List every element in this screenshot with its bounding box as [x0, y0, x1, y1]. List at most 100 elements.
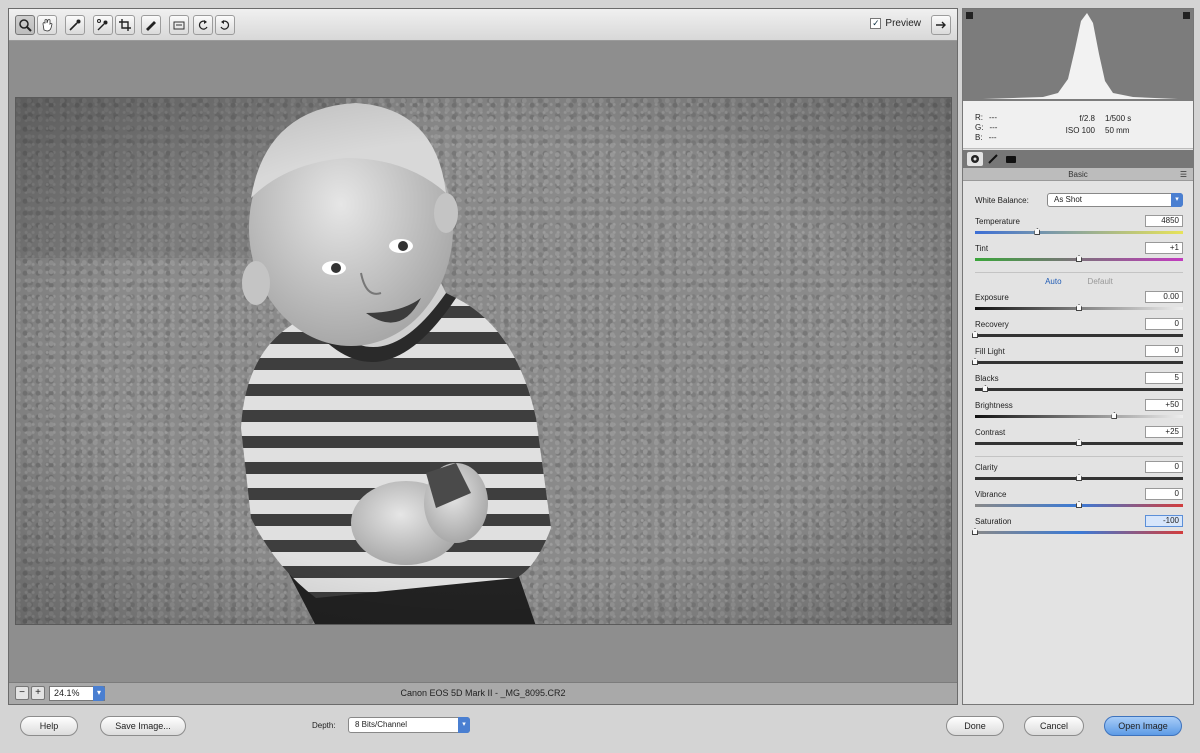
preview-label: Preview: [885, 18, 921, 29]
g-label: G:: [975, 123, 984, 132]
exposure-slider-row: Exposure 0.00: [975, 291, 1183, 318]
brightness-slider-track[interactable]: [975, 415, 1183, 418]
rotate-right-icon[interactable]: [215, 15, 235, 35]
color-sampler-tool-icon[interactable]: [93, 15, 113, 35]
save-image-button[interactable]: Save Image...: [100, 716, 186, 736]
histogram-graph: [983, 13, 1178, 99]
saturation-slider-row: Saturation -100: [972, 515, 1183, 542]
brightness-value-field[interactable]: +50: [1145, 399, 1183, 411]
contrast-slider-thumb[interactable]: [1076, 439, 1082, 446]
fill-light-label: Fill Light: [975, 347, 1005, 356]
white-balance-label: White Balance:: [975, 195, 1029, 205]
shadow-clipping-icon[interactable]: [966, 12, 973, 19]
toddler-photo: [16, 98, 951, 624]
brightness-slider-thumb[interactable]: [1111, 412, 1118, 419]
vibrance-label: Vibrance: [975, 490, 1007, 499]
fill-light-slider-track[interactable]: [975, 361, 1183, 364]
rotate-left-icon[interactable]: [193, 15, 213, 35]
contrast-slider-row: Contrast +25: [975, 426, 1183, 453]
panel-title-label: Basic: [1068, 170, 1088, 179]
auto-default-row: Auto Default: [975, 277, 1183, 289]
blacks-value-field[interactable]: 5: [1145, 372, 1183, 384]
brightness-label: Brightness: [975, 401, 1013, 410]
clarity-slider-thumb[interactable]: [1076, 474, 1082, 481]
photo-preview[interactable]: [15, 97, 952, 625]
preview-toggle[interactable]: ✓ Preview: [870, 18, 921, 29]
exposure-value-field[interactable]: 0.00: [1145, 291, 1183, 303]
preview-checkbox[interactable]: ✓: [870, 18, 882, 29]
vibrance-slider-thumb[interactable]: [1076, 501, 1082, 508]
iso-value: ISO 100: [1065, 126, 1095, 135]
straighten-tool-icon[interactable]: [141, 15, 161, 35]
recovery-label: Recovery: [975, 320, 1009, 329]
auto-link[interactable]: Auto: [1045, 277, 1061, 289]
eyedropper-tool-icon[interactable]: [65, 15, 85, 35]
fill-light-slider-thumb[interactable]: [972, 358, 978, 365]
fill-light-value-field[interactable]: 0: [1145, 345, 1183, 357]
help-button[interactable]: Help: [20, 716, 78, 736]
b-value: ---: [988, 133, 997, 142]
recovery-slider-thumb[interactable]: [972, 331, 978, 338]
done-button[interactable]: Done: [946, 716, 1004, 736]
saturation-slider-track[interactable]: [975, 531, 1183, 534]
white-balance-value: As Shot: [1054, 195, 1083, 204]
temperature-value-field[interactable]: 4850: [1145, 215, 1183, 227]
divider: [975, 272, 1183, 273]
camera-calibration-icon[interactable]: [1003, 152, 1019, 166]
depth-label: Depth:: [312, 721, 336, 730]
recovery-slider-row: Recovery 0: [972, 318, 1183, 345]
status-bar: − + 24.1% ▾ Canon EOS 5D Mark II - _MG_8…: [9, 682, 957, 704]
tone-curve-icon[interactable]: [985, 152, 1001, 166]
chevron-down-icon: ▾: [458, 717, 470, 733]
fullscreen-icon[interactable]: [931, 15, 951, 35]
blacks-label: Blacks: [975, 374, 999, 383]
default-link[interactable]: Default: [1088, 277, 1113, 289]
clarity-label: Clarity: [975, 463, 998, 472]
crop-tool-icon[interactable]: [115, 15, 135, 35]
blacks-slider-track[interactable]: [975, 388, 1183, 391]
saturation-value-field[interactable]: -100: [1145, 515, 1183, 527]
basic-controls: White Balance: As Shot ▾ Temperature 4850…: [972, 191, 1183, 542]
clarity-value-field[interactable]: 0: [1145, 461, 1183, 473]
tint-value-field[interactable]: +1: [1145, 242, 1183, 254]
file-info-label: Canon EOS 5D Mark II - _MG_8095.CR2: [400, 688, 566, 698]
highlight-clipping-icon[interactable]: [1183, 12, 1190, 19]
saturation-slider-thumb[interactable]: [972, 528, 978, 535]
r-value: ---: [989, 113, 997, 122]
exposure-slider-thumb[interactable]: [1076, 304, 1082, 311]
recovery-slider-track[interactable]: [975, 334, 1183, 337]
contrast-value-field[interactable]: +25: [1145, 426, 1183, 438]
cancel-button[interactable]: Cancel: [1024, 716, 1084, 736]
r-label: R:: [975, 113, 983, 122]
white-balance-row: White Balance: As Shot ▾: [975, 191, 1183, 209]
tint-slider-thumb[interactable]: [1076, 255, 1082, 262]
fill-light-slider-row: Fill Light 0: [972, 345, 1183, 372]
histogram: [963, 9, 1193, 101]
zoom-tool-icon[interactable]: [15, 15, 35, 35]
b-label: B:: [975, 133, 983, 142]
aperture-value: f/2.8: [1079, 114, 1095, 123]
saturation-label: Saturation: [975, 517, 1012, 526]
temperature-slider-track[interactable]: [975, 231, 1183, 234]
white-balance-select[interactable]: As Shot ▾: [1047, 193, 1183, 207]
temperature-label: Temperature: [975, 217, 1020, 226]
hand-tool-icon[interactable]: [37, 15, 57, 35]
blacks-slider-thumb[interactable]: [982, 385, 989, 392]
info-readout: R: --- G: --- B: --- f/2.8 1/500 s ISO 100 50…: [963, 101, 1193, 149]
recovery-value-field[interactable]: 0: [1145, 318, 1183, 330]
panel-menu-icon[interactable]: ☰: [1180, 168, 1187, 181]
basic-panel-icon[interactable]: [967, 152, 983, 166]
temperature-slider-row: Temperature 4850: [975, 215, 1183, 242]
open-image-button[interactable]: Open Image: [1104, 716, 1182, 736]
chevron-down-icon: ▾: [1171, 193, 1183, 207]
preferences-icon[interactable]: [169, 15, 189, 35]
temperature-slider-thumb[interactable]: [1034, 228, 1041, 235]
tint-slider-row: Tint +1: [975, 242, 1183, 269]
depth-value: 8 Bits/Channel: [355, 720, 408, 729]
image-preview-pane: ✓ Preview − + 24.1% ▾ Canon EOS 5D Mark …: [8, 8, 958, 705]
depth-select[interactable]: 8 Bits/Channel ▾: [348, 717, 470, 733]
panel-tabs: [963, 150, 1193, 168]
g-value: ---: [989, 123, 998, 132]
divider: [975, 456, 1183, 457]
vibrance-value-field[interactable]: 0: [1145, 488, 1183, 500]
